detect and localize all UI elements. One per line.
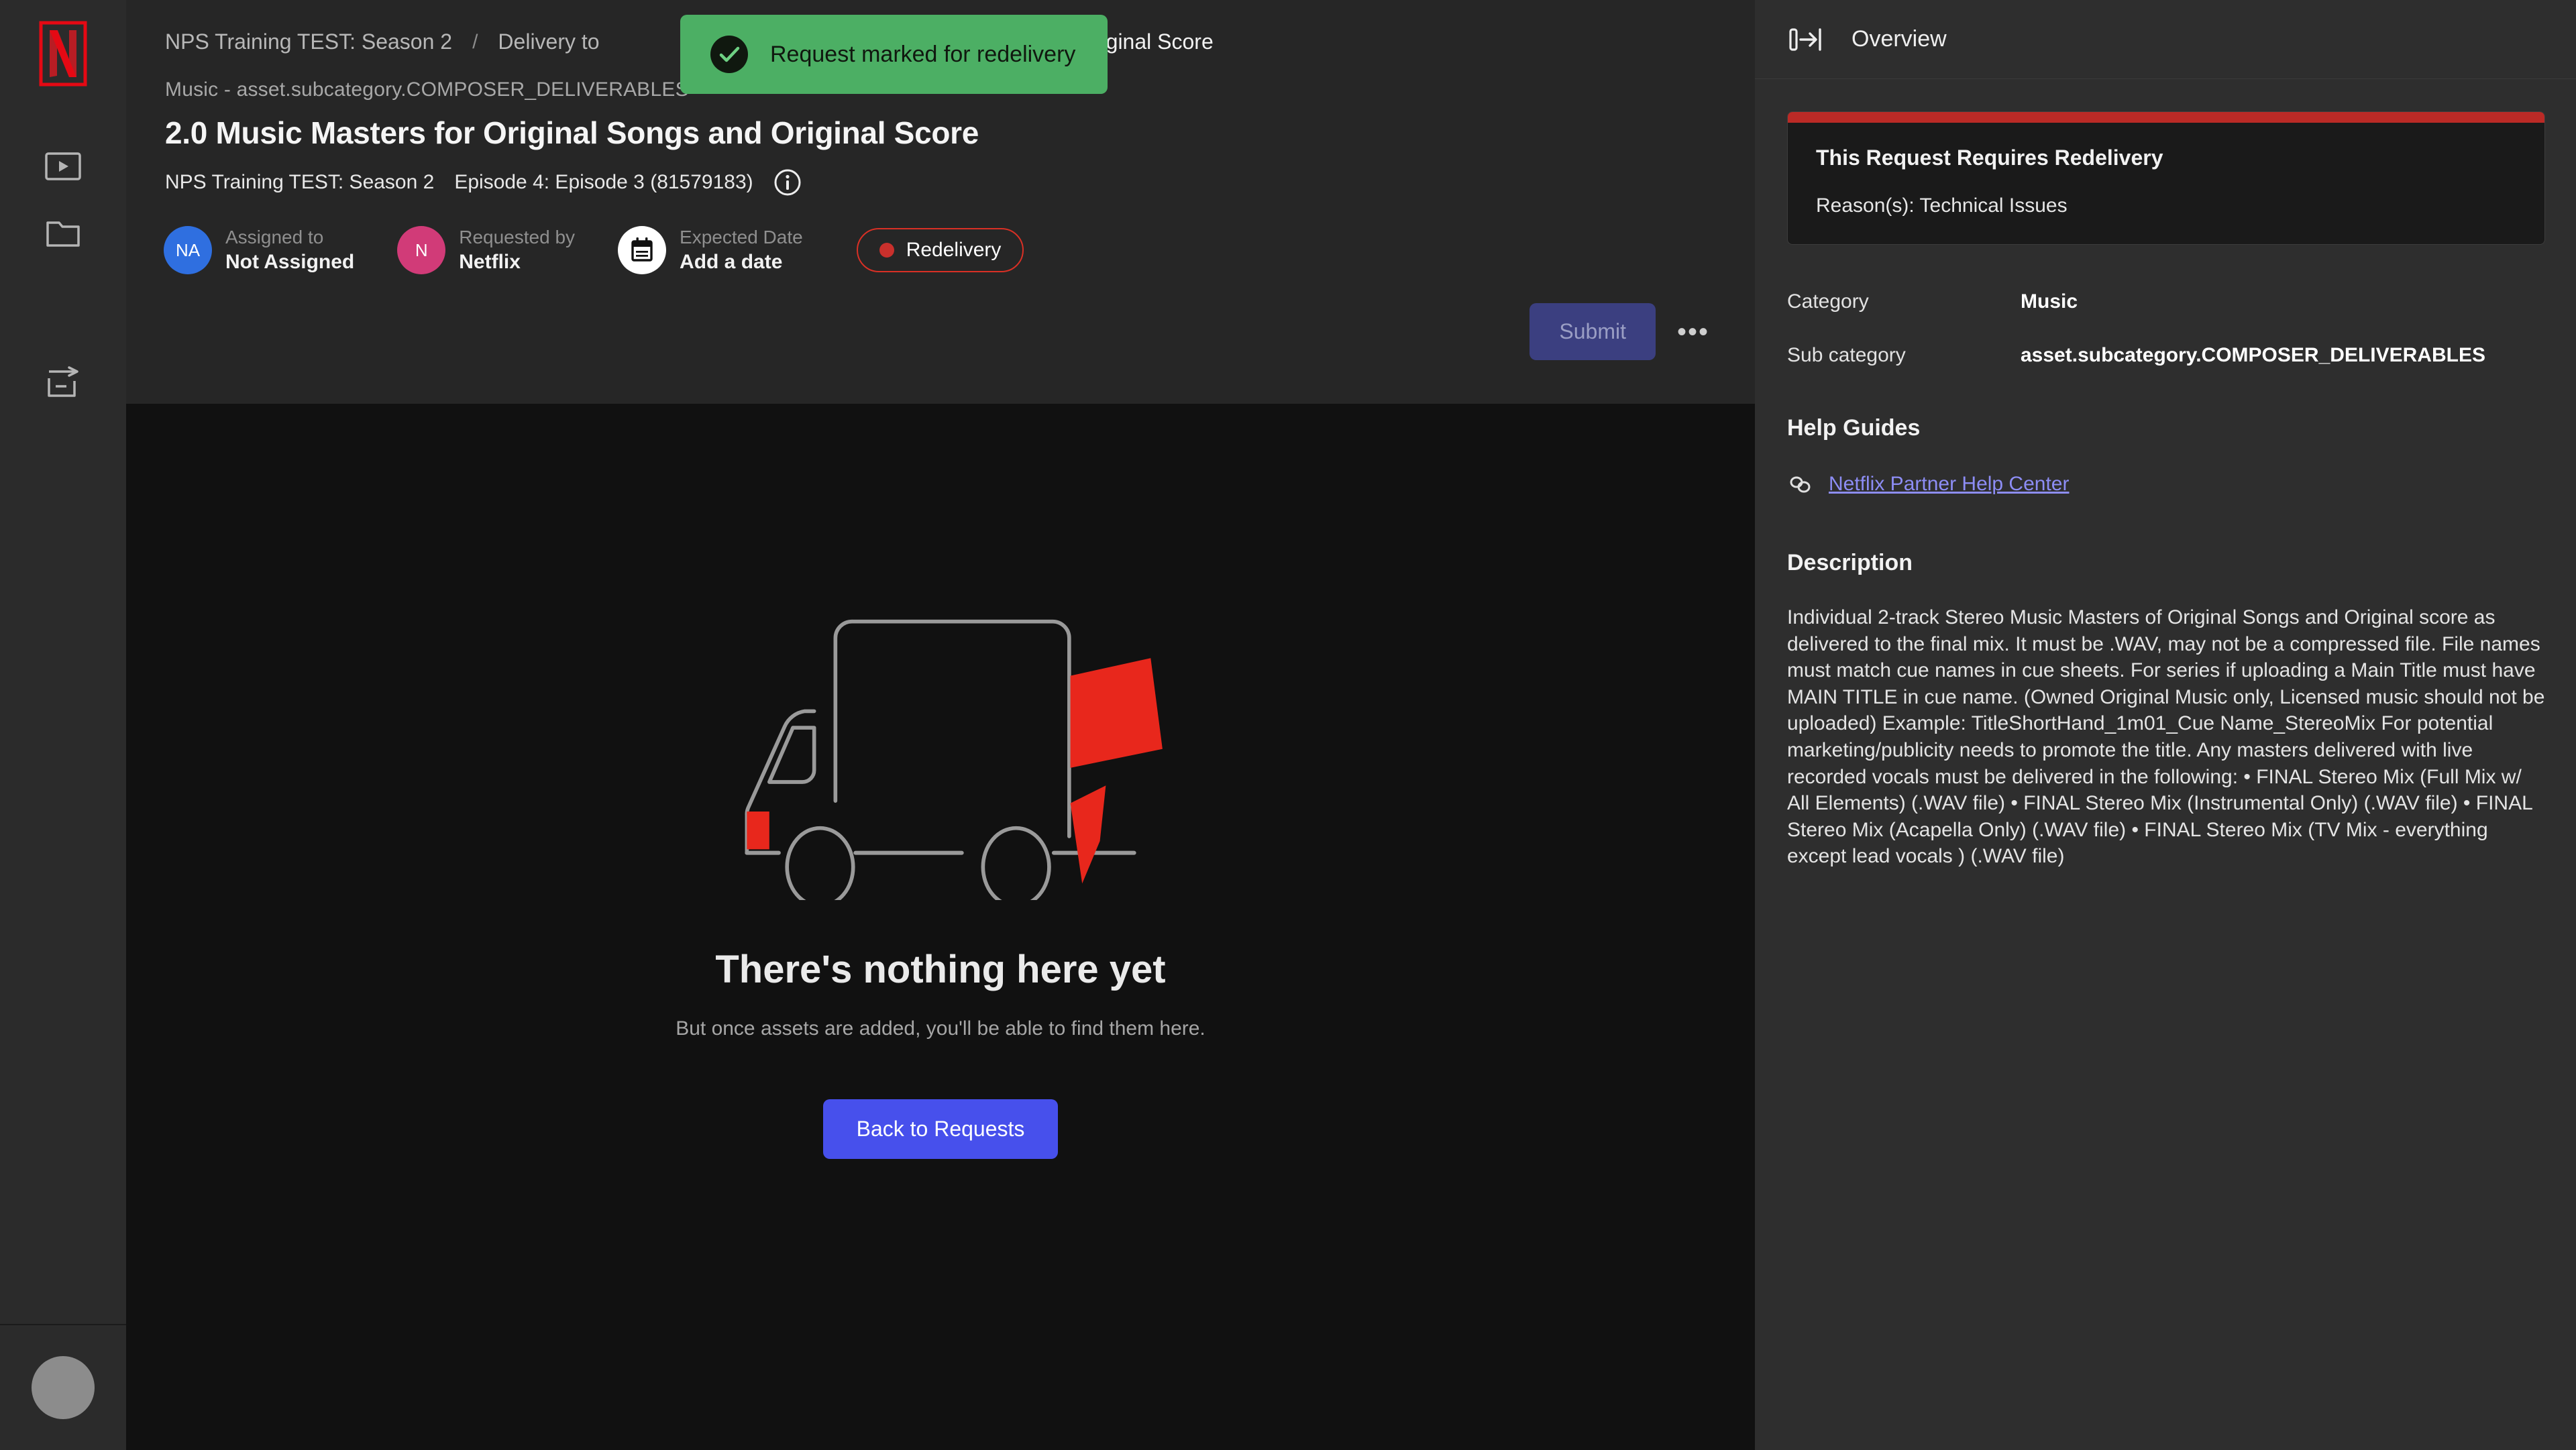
assignee-avatar: NA (164, 226, 212, 274)
assigned-to-label: Assigned to (225, 227, 324, 247)
empty-state-title: There's nothing here yet (715, 948, 1166, 991)
main-column: NPS Training TEST: Season 2 / Delivery t… (126, 0, 1755, 1450)
check-circle-icon (708, 34, 750, 75)
delivery-truck-illustration (686, 605, 1195, 908)
box-arrow-out-icon (48, 366, 78, 397)
empty-state-panel: There's nothing here yet But once assets… (126, 404, 1755, 1450)
netflix-partner-help-center-link[interactable]: Netflix Partner Help Center (1829, 473, 2069, 496)
header-actions: Submit ••• (1529, 303, 1716, 360)
expected-date-label: Expected Date (680, 227, 803, 247)
netflix-logo-icon (39, 21, 87, 87)
redelivery-alert: This Request Requires Redelivery Reason(… (1787, 111, 2545, 245)
category-row: Category Music (1787, 290, 2545, 313)
category-key: Category (1787, 290, 1869, 313)
rail-icon-list (0, 133, 126, 416)
sidebar-item-media[interactable] (30, 133, 97, 200)
expected-date-value: Add a date (680, 251, 783, 273)
overview-panel: Overview This Request Requires Redeliver… (1755, 0, 2576, 1450)
status-dot-icon (879, 243, 894, 258)
series-name: NPS Training TEST: Season 2 (165, 171, 435, 193)
toast-notification[interactable]: Request marked for redelivery (680, 15, 1108, 94)
expected-date-field[interactable]: Expected Date Add a date (618, 226, 803, 274)
assigned-to-field[interactable]: NA Assigned to Not Assigned (164, 226, 354, 274)
help-guides-heading: Help Guides (1787, 415, 1921, 441)
alert-reason: Reason(s): Technical Issues (1816, 194, 2068, 217)
avatar[interactable] (32, 1356, 95, 1419)
submit-button[interactable]: Submit (1529, 303, 1656, 360)
link-chain-glyph (1790, 476, 1811, 493)
alert-content: This Request Requires Redelivery Reason(… (1788, 123, 2544, 244)
truck-icon (745, 619, 1163, 908)
link-chain-icon (1787, 471, 1814, 498)
breadcrumb-item-0[interactable]: NPS Training TEST: Season 2 (165, 30, 452, 54)
category-value: Music (2021, 290, 2078, 313)
overview-panel-body: This Request Requires Redelivery Reason(… (1755, 79, 2576, 870)
alert-accent-bar (1788, 112, 2544, 123)
episode-name: Episode 4: Episode 3 (81579183) (454, 171, 753, 193)
assigned-to-value: Not Assigned (225, 251, 355, 273)
calendar-icon (631, 237, 653, 262)
breadcrumb-item-1[interactable]: Delivery to (498, 30, 599, 54)
status-badge-label: Redelivery (906, 239, 1002, 261)
title-episode-line: NPS Training TEST: Season 2 Episode 4: E… (126, 151, 1755, 197)
folder-icon (46, 221, 80, 247)
subcategory-value: asset.subcategory.COMPOSER_DELIVERABLES (2021, 344, 2485, 366)
subcategory-row: Sub category asset.subcategory.COMPOSER_… (1787, 344, 2545, 367)
page-title: 2.0 Music Masters for Original Songs and… (165, 115, 979, 150)
info-circle-glyph (774, 169, 801, 196)
help-guides-link-row[interactable]: Netflix Partner Help Center (1787, 471, 2545, 498)
back-to-requests-button[interactable]: Back to Requests (822, 1099, 1059, 1159)
subcategory-key: Sub category (1787, 344, 1906, 366)
more-options-icon[interactable]: ••• (1670, 319, 1716, 345)
request-meta-row: NA Assigned to Not Assigned N Requested … (126, 197, 1755, 274)
check-circle-glyph (710, 36, 748, 73)
description-heading: Description (1787, 550, 1913, 575)
netflix-logo[interactable] (38, 20, 88, 87)
sidebar-item-folders[interactable] (30, 200, 97, 267)
toast-message: Request marked for redelivery (770, 41, 1076, 67)
requested-by-label: Requested by (459, 227, 576, 247)
breadcrumb-separator: / (472, 30, 478, 53)
requester-initials: N (415, 239, 428, 260)
sidebar-item-deliveries[interactable] (30, 349, 97, 416)
overview-panel-header: Overview (1755, 0, 2576, 79)
overview-panel-title: Overview (1851, 26, 1947, 52)
calendar-avatar (618, 226, 667, 274)
rail-divider (0, 1324, 126, 1325)
requester-avatar: N (397, 226, 446, 274)
description-body: Individual 2-track Stereo Music Masters … (1787, 606, 2545, 868)
requested-by-value: Netflix (459, 251, 521, 273)
app-root: NPS Training TEST: Season 2 / Delivery t… (0, 0, 2576, 1450)
requested-by-field[interactable]: N Requested by Netflix (397, 226, 575, 274)
assignee-initials: NA (175, 239, 201, 260)
alert-title: This Request Requires Redelivery (1816, 146, 2163, 170)
assigned-to-text: Assigned to Not Assigned (225, 227, 354, 274)
empty-state-subtitle: But once assets are added, you'll be abl… (676, 1017, 1205, 1040)
info-circle-icon[interactable] (773, 168, 802, 197)
collapse-arrow-glyph (1789, 27, 1821, 51)
left-navigation-rail (0, 0, 126, 1450)
video-box-icon (45, 152, 81, 180)
requested-by-text: Requested by Netflix (459, 227, 575, 274)
collapse-panel-right-icon[interactable] (1787, 21, 1825, 58)
status-badge[interactable]: Redelivery (856, 228, 1024, 272)
expected-date-text: Expected Date Add a date (680, 227, 803, 274)
